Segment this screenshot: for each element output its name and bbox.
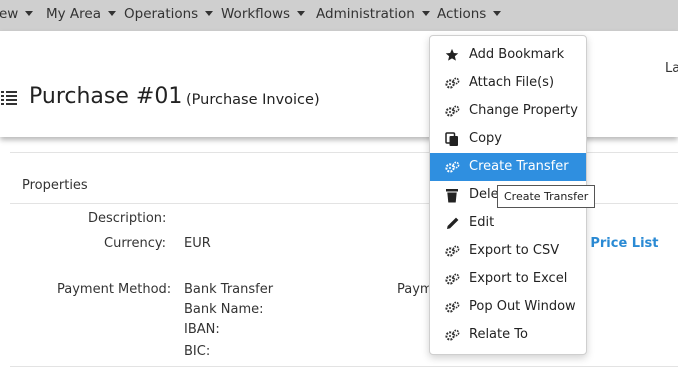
nav-item-label: Actions — [437, 6, 487, 22]
menu-item-label: Change Property — [469, 103, 578, 118]
nav-item-label: My Area — [46, 6, 101, 22]
gears-icon — [444, 265, 460, 293]
menu-item-label: Dele — [469, 187, 499, 202]
pencil-icon — [444, 209, 460, 237]
header-right-label: La — [665, 61, 678, 76]
gears-icon — [444, 69, 460, 97]
nav-item-label: Operations — [124, 6, 199, 22]
menu-item-export-csv[interactable]: Export to CSV — [430, 237, 586, 265]
gears-icon — [444, 237, 460, 265]
menu-item-label: Export to CSV — [469, 243, 560, 258]
nav-item-operations[interactable]: Operations — [124, 0, 214, 28]
payment-method-label: Payment Method: — [57, 282, 172, 297]
menu-item-change-property[interactable]: Change Property — [430, 97, 586, 125]
menu-item-pop-out-window[interactable]: Pop Out Window — [430, 293, 586, 321]
caret-down-icon — [108, 11, 116, 16]
menu-item-export-excel[interactable]: Export to Excel — [430, 265, 586, 293]
nav-item-label: Administration — [316, 6, 415, 22]
price-list-link[interactable]: e Price List — [577, 236, 658, 251]
nav-item-overview[interactable]: ew — [0, 0, 34, 28]
gears-icon — [444, 153, 460, 181]
nav-item-my-area[interactable]: My Area — [46, 0, 116, 28]
menu-item-label: Edit — [469, 215, 495, 230]
currency-value: EUR — [184, 236, 211, 251]
caret-down-icon — [25, 11, 34, 16]
top-navigation-bar: ew My Area Operations Workflows Administ… — [0, 0, 678, 31]
currency-label: Currency: — [104, 236, 167, 251]
caret-down-icon — [297, 11, 306, 16]
caret-down-icon — [421, 11, 430, 16]
menu-item-attach-files[interactable]: Attach File(s) — [430, 69, 586, 97]
payment-label-partial: Paym — [397, 282, 433, 297]
nav-item-actions[interactable]: Actions — [437, 0, 502, 28]
page-title: Purchase #01 — [29, 84, 183, 109]
copy-icon — [444, 125, 460, 153]
payment-method-value: Bank Transfer — [184, 282, 274, 297]
divider — [10, 366, 678, 367]
bic-label: BIC: — [184, 344, 211, 359]
menu-item-label: Copy — [469, 131, 502, 146]
menu-item-label: Attach File(s) — [469, 75, 555, 90]
trash-icon — [444, 181, 460, 209]
caret-down-icon — [205, 11, 214, 16]
nav-item-label: Workflows — [221, 6, 291, 22]
tooltip: Create Transfer — [497, 185, 596, 208]
bank-name-label: Bank Name: — [184, 302, 264, 317]
description-label: Description: — [88, 211, 167, 226]
star-icon — [444, 41, 460, 69]
gears-icon — [444, 97, 460, 125]
nav-item-administration[interactable]: Administration — [316, 0, 430, 28]
menu-item-label: Add Bookmark — [469, 47, 565, 62]
menu-item-label: Export to Excel — [469, 271, 568, 286]
menu-item-create-transfer[interactable]: Create Transfer — [430, 153, 586, 181]
menu-item-copy[interactable]: Copy — [430, 125, 586, 153]
menu-item-label: Create Transfer — [469, 159, 569, 174]
properties-section-title: Properties — [22, 178, 88, 193]
menu-item-edit[interactable]: Edit — [430, 209, 586, 237]
nav-item-label: ew — [0, 6, 19, 22]
nav-item-workflows[interactable]: Workflows — [221, 0, 306, 28]
menu-item-relate-to[interactable]: Relate To — [430, 321, 586, 349]
gears-icon — [444, 293, 460, 321]
gears-icon — [444, 321, 460, 349]
menu-item-label: Pop Out Window — [469, 299, 576, 314]
caret-down-icon — [493, 11, 502, 16]
list-icon — [1, 90, 19, 106]
menu-item-label: Relate To — [469, 327, 528, 342]
menu-item-add-bookmark[interactable]: Add Bookmark — [430, 41, 586, 69]
page-subtitle: (Purchase Invoice) — [186, 92, 320, 108]
iban-label: IBAN: — [184, 322, 220, 337]
